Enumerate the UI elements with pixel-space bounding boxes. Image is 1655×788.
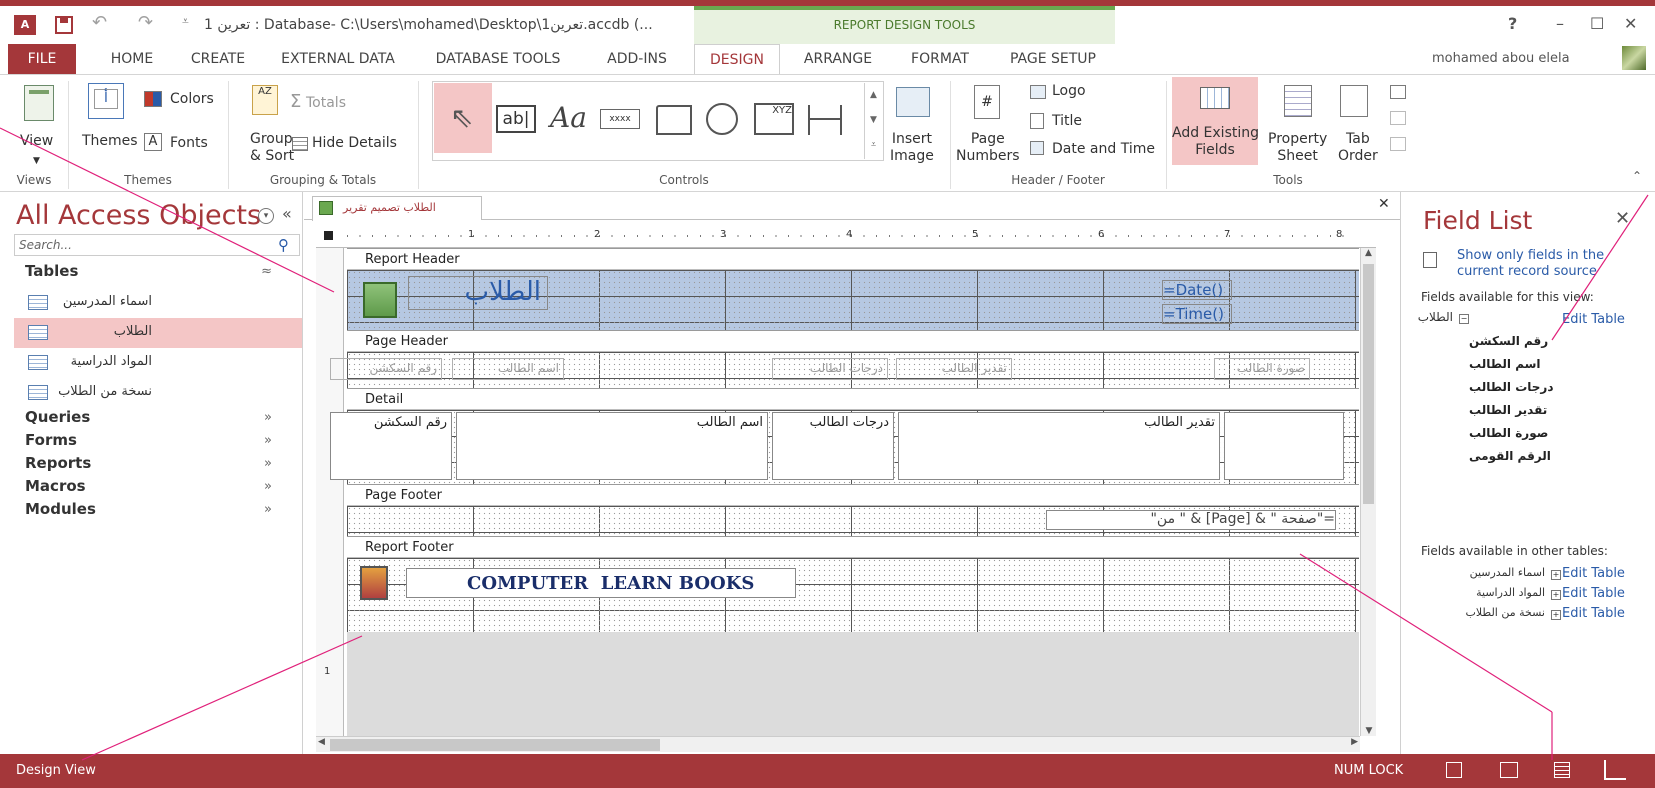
callout-line (1551, 194, 1649, 341)
callout-lines (0, 127, 1649, 761)
callout-line (81, 635, 363, 761)
callout-line (1299, 553, 1553, 713)
callout-line (0, 127, 335, 293)
